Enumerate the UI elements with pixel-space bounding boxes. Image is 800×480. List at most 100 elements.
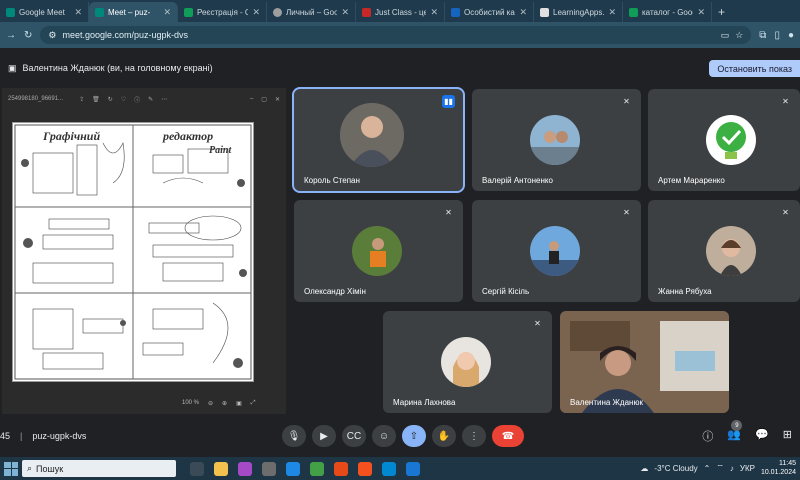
network-icon[interactable]: ⌔ [716,463,724,473]
captions-button[interactable]: CC [342,425,366,447]
participant-name: Жанна Рябуха [658,287,712,296]
clock[interactable]: 11:45 10.01.2024 [761,459,796,477]
reactions-button[interactable]: ☺ [372,425,396,447]
avatar-photo [340,103,404,167]
browser-tab[interactable]: LearningApps.or✕ [534,2,623,22]
self-view-tile[interactable]: Валентина Жданюк [560,311,729,413]
new-tab-button[interactable]: + [712,2,731,22]
tab-favicon-icon [451,7,460,17]
zoom-out-icon[interactable]: ⊖ [208,400,213,407]
meeting-info: 45 | puz-ugpk-dvs [0,431,87,441]
close-icon[interactable]: ✕ [163,7,171,18]
maximize-icon[interactable]: ▢ [261,96,267,103]
raise-hand-button[interactable]: ✋ [432,425,456,447]
tab-favicon-icon [95,7,104,17]
camera-button[interactable]: ▶ [312,425,336,447]
browser-tab-active[interactable]: Meet – puz- ✕ [89,2,178,22]
participant-tile[interactable]: ✕ Олександр Хімін [294,200,463,302]
speaking-indicator-icon: ▮▮ [442,95,455,108]
more-icon[interactable]: ⋯ [161,96,167,103]
browser-tab[interactable]: каталог - Googl ✕ [623,2,712,22]
browser-tab[interactable]: Google Meet ✕ [0,2,89,22]
close-icon[interactable]: ✕ [697,7,705,18]
site-settings-icon[interactable]: ⚙ [48,30,56,41]
fit-icon[interactable]: ▣ [236,400,242,407]
participant-tile[interactable]: ✕ Жанна Рябуха [648,200,800,302]
close-icon[interactable]: ✕ [519,7,527,18]
info-icon[interactable]: ⓘ [134,95,140,104]
task-view-icon[interactable] [190,461,204,476]
language-indicator[interactable]: УКР [740,464,755,473]
participant-tile[interactable]: ✕ Валерій Антоненко [472,89,641,191]
app-icon[interactable] [406,461,420,476]
edit-icon[interactable]: ✎ [148,96,153,103]
favorite-icon[interactable]: ♡ [121,96,126,103]
stop-presenting-button[interactable]: Остановить показ [709,60,800,77]
tab-favicon-icon [184,7,193,17]
activities-icon[interactable]: ⊞ [783,428,792,444]
avatar [352,226,402,276]
app-icon[interactable] [262,461,276,476]
clock-time: 11:45 [779,460,796,467]
volume-icon[interactable]: ♪ [730,464,734,473]
chat-icon[interactable]: 💬 [755,428,769,444]
present-now-button[interactable]: ⇧ [402,425,426,447]
close-icon[interactable]: ✕ [608,7,616,18]
minimize-icon[interactable]: – [250,96,253,102]
people-button[interactable]: 9 👥 [727,420,743,444]
office-icon[interactable] [358,461,372,476]
clock-date: 10.01.2024 [760,469,796,476]
browser-tab[interactable]: Личный – Googl✕ [267,2,356,22]
camera-icon[interactable]: ▭ [721,30,730,41]
info-icon[interactable]: ⓘ [702,428,713,444]
extensions-icon[interactable]: ⧉ [759,30,766,41]
mic-off-icon: ✕ [623,208,630,217]
browser-tab[interactable]: Реєстрація - Go✕ [178,2,267,22]
side-controls: ⓘ 9 👥 💬 ⊞ [702,420,792,444]
share-icon[interactable]: ⇪ [79,96,84,103]
close-icon[interactable]: ✕ [430,7,438,18]
participant-name: Олександр Хімін [304,287,366,296]
rotate-icon[interactable]: ↻ [108,96,113,103]
close-icon[interactable]: ✕ [74,7,82,18]
close-icon[interactable]: ✕ [341,7,349,18]
close-icon[interactable]: ✕ [252,7,260,18]
reload-icon[interactable]: ↻ [24,30,32,41]
participant-tile[interactable]: ✕ Сергій Кісіль [472,200,641,302]
more-options-button[interactable]: ⋮ [462,425,486,447]
app-icon[interactable] [334,461,348,476]
browser-tab-strip: Google Meet✕ Meet – puz-✕ Реєстрація - G… [0,0,800,22]
mic-off-icon: ✕ [534,319,541,328]
system-tray: ☁ -3°C Cloudy ⌃ ⌔ ♪ УКР 11:45 10.01.2024 [640,459,796,477]
presentation-window: 254998180_96691... ⇪ 🗑 ↻ ♡ ⓘ ✎ ⋯ – ▢ ✕ Г… [2,88,286,414]
app-icon[interactable] [382,461,396,476]
sidepanel-icon[interactable]: ▯ [774,30,780,41]
windows-start-icon[interactable] [4,461,18,476]
forward-arrow-icon[interactable]: → [6,30,16,41]
chrome-icon[interactable] [310,461,324,476]
participant-tile[interactable]: ✕ Артем Мараренко [648,89,800,191]
profile-icon[interactable]: ● [788,30,794,41]
meeting-time-fragment: 45 [0,431,11,441]
address-bar[interactable]: ⚙ meet.google.com/puz-ugpk-dvs ▭ ☆ [40,26,752,44]
app-icon[interactable] [238,461,252,476]
delete-icon[interactable]: 🗑 [92,96,100,103]
bookmark-star-icon[interactable]: ☆ [735,30,743,41]
microphone-button[interactable]: 🎙 [282,425,306,447]
zoom-in-icon[interactable]: ⊕ [222,400,227,407]
edge-icon[interactable] [286,461,300,476]
zoom-level: 100 % [182,400,200,406]
browser-tab[interactable]: Just Class - це 4✕ [356,2,445,22]
participant-tile[interactable]: ▮▮ Король Степан [292,87,465,193]
tab-favicon-icon [629,7,638,17]
fullscreen-icon[interactable]: ⤢ [251,400,256,407]
file-explorer-icon[interactable] [214,461,228,476]
browser-tab[interactable]: Особистий кабі ✕ [445,2,534,22]
leave-call-button[interactable]: ☎ [492,425,524,447]
close-icon[interactable]: ✕ [275,96,280,103]
weather-text[interactable]: -3°C Cloudy [654,464,697,473]
taskbar-search[interactable]: ⌕ Пошук [22,460,176,477]
mic-off-icon: ✕ [623,97,630,106]
participant-tile[interactable]: ✕ Марина Лахнова [383,311,552,413]
tray-chevron-icon[interactable]: ⌃ [704,464,711,473]
